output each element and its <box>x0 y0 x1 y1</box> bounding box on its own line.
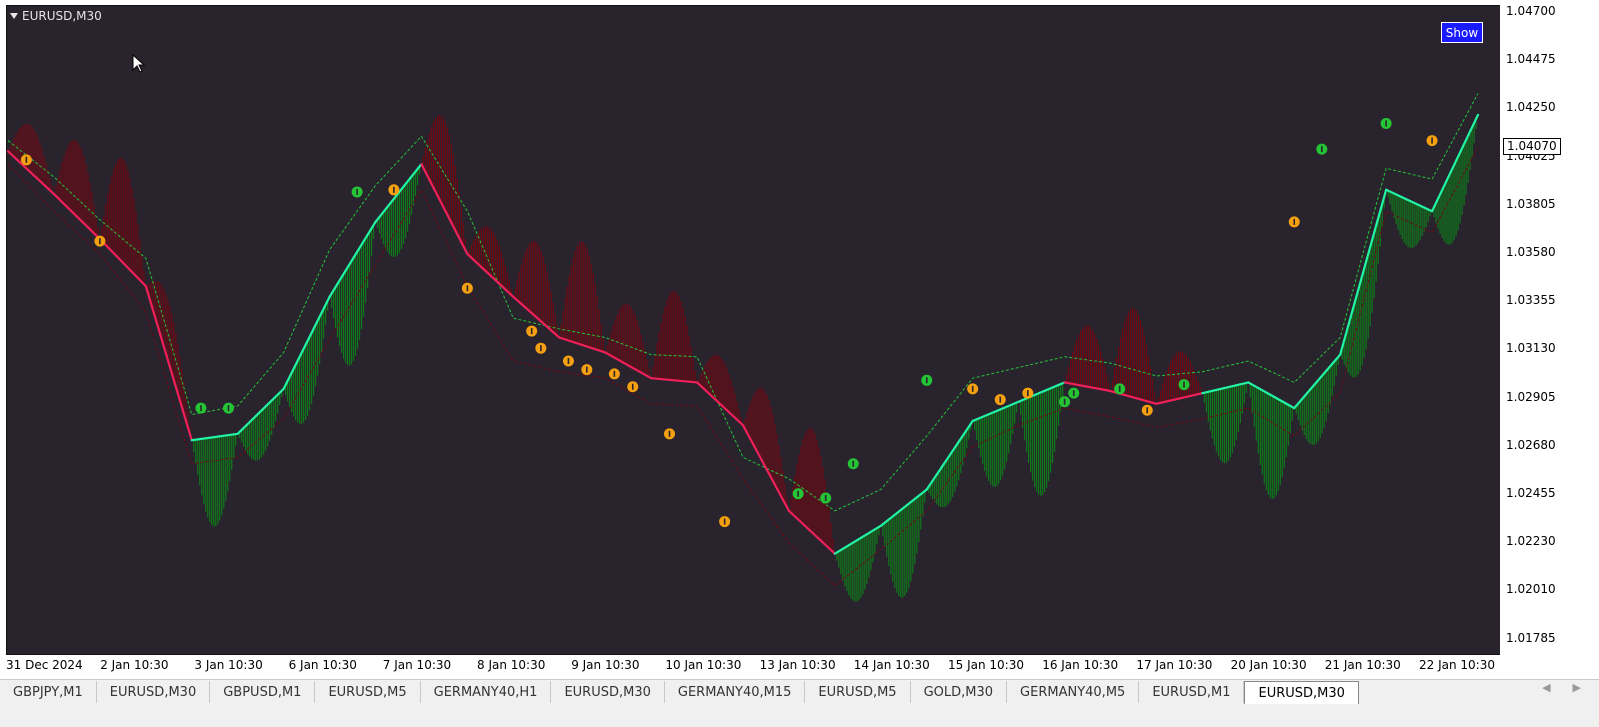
status-strip <box>0 706 1599 727</box>
chart-tabs-bar: GBPJPY,M1 EURUSD,M30 GBPUSD,M1 EURUSD,M5 GER… <box>0 679 1599 706</box>
time-tick-label: 31 Dec 2024 <box>6 658 83 672</box>
time-tick-label: 7 Jan 10:30 <box>382 658 452 672</box>
trend-line-segment <box>328 220 377 298</box>
tab-germany40-m5[interactable]: GERMANY40,M5 <box>1007 681 1140 703</box>
tab-eurusd-m1[interactable]: EURUSD,M1 <box>1139 681 1245 703</box>
trend-line-segment <box>1430 113 1480 213</box>
tab-gold-m30[interactable]: GOLD,M30 <box>911 681 1008 703</box>
price-tick-label: 1.04250 <box>1506 100 1556 115</box>
price-axis[interactable]: 1.04700 1.04475 1.04250 1.04025 1.03805 1.035… <box>1500 0 1599 660</box>
time-tick-label: 9 Jan 10:30 <box>571 658 640 672</box>
chart-window: EURUSD,M30 Show 1.04700 1.04475 1.04250 1.0… <box>0 0 1599 682</box>
tab-gbpusd-m1[interactable]: GBPUSD,M1 <box>210 681 316 703</box>
tab-germany40-h1[interactable]: GERMANY40,H1 <box>421 681 552 703</box>
time-tick-label: 20 Jan 10:30 <box>1230 658 1307 672</box>
trend-line-segment <box>650 377 699 384</box>
trend-line-segment <box>144 285 193 442</box>
price-tick-label: 1.01785 <box>1506 630 1556 645</box>
lower-band-line <box>7 146 1479 587</box>
time-tick-label: 13 Jan 10:30 <box>759 658 836 672</box>
time-tick-label: 16 Jan 10:30 <box>1042 658 1119 672</box>
trend-line-segment <box>1339 188 1388 356</box>
price-tick-label: 1.03130 <box>1506 341 1556 356</box>
price-tick-label: 1.02010 <box>1506 582 1556 597</box>
time-tick-label: 14 Jan 10:30 <box>853 658 930 672</box>
trend-line-segment <box>879 488 928 527</box>
trend-line-segment <box>833 524 882 555</box>
time-tick-label: 17 Jan 10:30 <box>1136 658 1213 672</box>
price-tick-label: 1.02680 <box>1506 437 1556 452</box>
upper-band-line <box>7 93 1479 512</box>
tab-germany40-m15[interactable]: GERMANY40,M15 <box>665 681 806 703</box>
time-axis[interactable]: 31 Dec 2024 2 Jan 10:30 3 Jan 10:30 6 Jan 1… <box>0 656 1500 678</box>
price-tick-label: 1.03355 <box>1506 293 1556 308</box>
collapse-triangle-icon[interactable] <box>10 13 18 19</box>
time-tick-label: 3 Jan 10:30 <box>194 658 263 672</box>
price-tick-label: 1.02455 <box>1506 486 1556 500</box>
current-price-label: 1.04070 <box>1503 138 1561 155</box>
trend-line-segment <box>420 163 469 256</box>
trend-line-segment <box>1385 188 1434 213</box>
time-tick-label: 22 Jan 10:30 <box>1419 658 1495 672</box>
tab-gbpjpy-m1[interactable]: GBPJPY,M1 <box>0 681 97 703</box>
price-tick-label: 1.03805 <box>1506 196 1556 211</box>
time-tick-label: 21 Jan 10:30 <box>1324 658 1401 672</box>
trend-line-segment <box>741 424 791 512</box>
price-tick-label: 1.02905 <box>1506 389 1556 404</box>
time-tick-label: 10 Jan 10:30 <box>665 658 742 672</box>
trend-line-segment <box>282 295 331 390</box>
price-tick-label: 1.03580 <box>1506 245 1556 259</box>
trend-line-segment <box>1247 381 1296 410</box>
trend-line-segment <box>1201 381 1250 395</box>
price-tick-label: 1.04700 <box>1506 4 1556 18</box>
tab-eurusd-m30[interactable]: EURUSD,M30 <box>1244 681 1359 704</box>
trend-line-segment <box>1155 392 1204 405</box>
tab-scroll-right-icon[interactable]: ▶ <box>1573 681 1581 694</box>
trend-line-segment <box>236 387 285 435</box>
chart-canvas <box>6 93 1480 602</box>
time-tick-label: 6 Jan 10:30 <box>288 658 357 672</box>
tab-eurusd-m30[interactable]: EURUSD,M30 <box>97 681 211 703</box>
time-tick-label: 2 Jan 10:30 <box>100 658 169 672</box>
show-button[interactable]: Show <box>1441 22 1483 43</box>
time-tick-label: 8 Jan 10:30 <box>477 658 546 672</box>
chart-symbol-title[interactable]: EURUSD,M30 <box>10 9 102 23</box>
tab-scroll-left-icon[interactable]: ◀ <box>1542 681 1550 694</box>
price-tick-label: 1.04475 <box>1506 52 1556 67</box>
tab-eurusd-m30[interactable]: EURUSD,M30 <box>551 681 665 703</box>
trend-line-segment <box>787 509 836 555</box>
trend-line-segment <box>695 381 745 427</box>
trend-line-segment <box>374 163 423 224</box>
trend-line-segment <box>558 336 607 354</box>
trend-line-segment <box>466 252 515 298</box>
tab-eurusd-m5[interactable]: EURUSD,M5 <box>315 681 421 703</box>
trend-line-segment <box>971 400 1020 423</box>
tab-navigation: ◀ ▶ <box>1542 681 1581 694</box>
trend-line-segment <box>190 432 239 442</box>
tab-eurusd-m5[interactable]: EURUSD,M5 <box>805 681 911 703</box>
mouse-cursor-icon <box>132 54 146 73</box>
trend-line-segment <box>98 237 147 288</box>
chart-title-text: EURUSD,M30 <box>22 9 102 23</box>
time-tick-label: 15 Jan 10:30 <box>948 658 1024 672</box>
price-tick-label: 1.02230 <box>1506 534 1556 549</box>
